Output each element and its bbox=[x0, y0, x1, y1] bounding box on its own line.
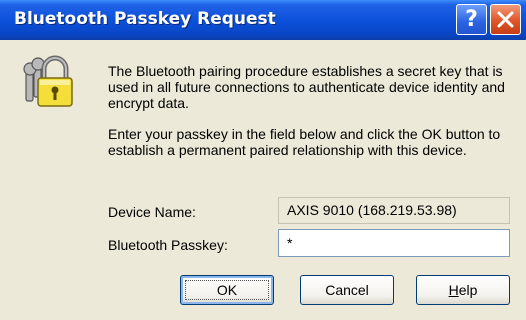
cancel-button-label: Cancel bbox=[325, 282, 369, 298]
help-button-label: elp bbox=[458, 282, 478, 298]
pairing-description: The Bluetooth pairing procedure establis… bbox=[108, 63, 505, 111]
padlock-keys-icon bbox=[23, 55, 73, 107]
window-title: Bluetooth Passkey Request bbox=[14, 9, 276, 29]
ok-button-label: OK bbox=[216, 282, 238, 298]
help-title-button[interactable]: ? bbox=[456, 4, 487, 35]
passkey-label: Bluetooth Passkey: bbox=[108, 237, 228, 253]
close-button[interactable] bbox=[490, 4, 521, 35]
passkey-input[interactable] bbox=[278, 229, 510, 257]
title-bar[interactable]: Bluetooth Passkey Request ? bbox=[0, 0, 526, 40]
cancel-button[interactable]: Cancel bbox=[300, 275, 394, 305]
question-mark-icon: ? bbox=[465, 7, 478, 32]
help-button-mnemonic: H bbox=[448, 282, 459, 298]
device-name-value: AXIS 9010 (168.219.53.98) bbox=[278, 197, 510, 224]
help-button[interactable]: Help bbox=[416, 275, 510, 305]
close-x-icon bbox=[497, 11, 514, 28]
device-name-label: Device Name: bbox=[108, 204, 196, 220]
passkey-instructions: Enter your passkey in the field below an… bbox=[108, 126, 501, 158]
ok-button[interactable]: OK bbox=[180, 275, 274, 305]
